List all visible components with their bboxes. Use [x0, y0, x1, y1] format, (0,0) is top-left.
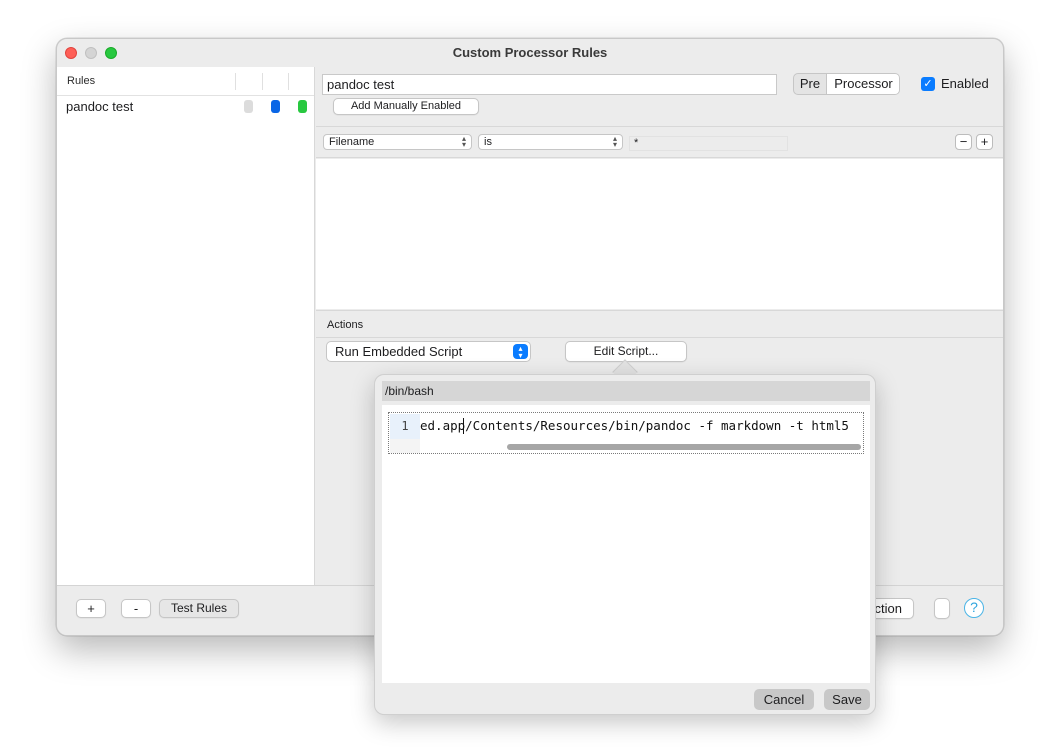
enabled-label: Enabled: [941, 76, 989, 91]
script-editor-popover: /bin/bash 1 ed.app/Contents/Resources/bi…: [374, 374, 876, 715]
add-manually-enabled-button[interactable]: Add Manually Enabled: [333, 98, 479, 115]
criteria-field-value: Filename: [329, 136, 375, 148]
edit-script-button[interactable]: Edit Script...: [565, 341, 687, 362]
remove-rule-button[interactable]: -: [121, 599, 151, 618]
rule-color-green: [298, 100, 307, 113]
options-button[interactable]: [934, 598, 950, 619]
remove-criterion-button[interactable]: −: [955, 134, 972, 150]
criteria-list-area: [316, 159, 1003, 309]
rules-header-label: Rules: [67, 75, 96, 87]
pre-processor-segmented-control[interactable]: Pre Processor: [793, 73, 900, 95]
column-separator: [288, 73, 289, 90]
actions-header: Actions: [316, 310, 1003, 338]
criteria-operator-popup[interactable]: is ▴ ▾: [478, 134, 623, 150]
title-bar: Custom Processor Rules: [57, 39, 1003, 67]
window-title: Custom Processor Rules: [452, 45, 608, 60]
rule-name: pandoc test: [66, 99, 134, 114]
add-criterion-button[interactable]: +: [976, 134, 993, 150]
cancel-button[interactable]: Cancel: [754, 689, 814, 710]
code-line[interactable]: ed.app/Contents/Resources/bin/pandoc -f …: [420, 414, 863, 439]
rule-name-field[interactable]: pandoc test: [322, 74, 777, 95]
gutter: [390, 439, 420, 453]
criteria-operator-value: is: [484, 136, 492, 148]
section-divider: [316, 157, 1003, 158]
column-separator: [235, 73, 236, 90]
action-type-popup[interactable]: Run Embedded Script ▴ ▾: [326, 341, 531, 362]
criteria-pattern-field[interactable]: *: [629, 136, 788, 151]
action-type-value: Run Embedded Script: [335, 344, 463, 359]
criteria-field-popup[interactable]: Filename ▴ ▾: [323, 134, 472, 150]
segment-processor[interactable]: Processor: [826, 74, 899, 94]
text-cursor: [463, 418, 464, 434]
column-separator: [262, 73, 263, 90]
rule-color-blue: [271, 100, 280, 113]
rules-header: Rules: [57, 67, 314, 96]
stepper-icon: ▴ ▾: [461, 134, 466, 149]
rule-row[interactable]: pandoc test: [57, 97, 314, 117]
rule-color-gray: [244, 100, 253, 113]
help-icon[interactable]: ?: [964, 598, 984, 618]
popup-stepper-icon: ▴ ▾: [513, 344, 528, 360]
interpreter-field[interactable]: /bin/bash: [382, 381, 870, 401]
test-rules-button[interactable]: Test Rules: [159, 599, 239, 618]
save-button[interactable]: Save: [824, 689, 870, 710]
rules-sidebar: Rules pandoc test: [57, 67, 315, 585]
enabled-checkbox[interactable]: ✓: [921, 77, 935, 91]
segment-pre[interactable]: Pre: [794, 74, 826, 94]
line-number: 1: [390, 414, 420, 439]
section-divider: [316, 126, 1003, 127]
horizontal-scrollbar[interactable]: [507, 444, 861, 450]
add-rule-button[interactable]: +: [76, 599, 106, 618]
stepper-icon: ▴ ▾: [612, 134, 617, 149]
code-editor[interactable]: 1 ed.app/Contents/Resources/bin/pandoc -…: [388, 412, 864, 454]
actions-header-label: Actions: [327, 319, 364, 331]
script-editor-body[interactable]: 1 ed.app/Contents/Resources/bin/pandoc -…: [382, 405, 870, 683]
